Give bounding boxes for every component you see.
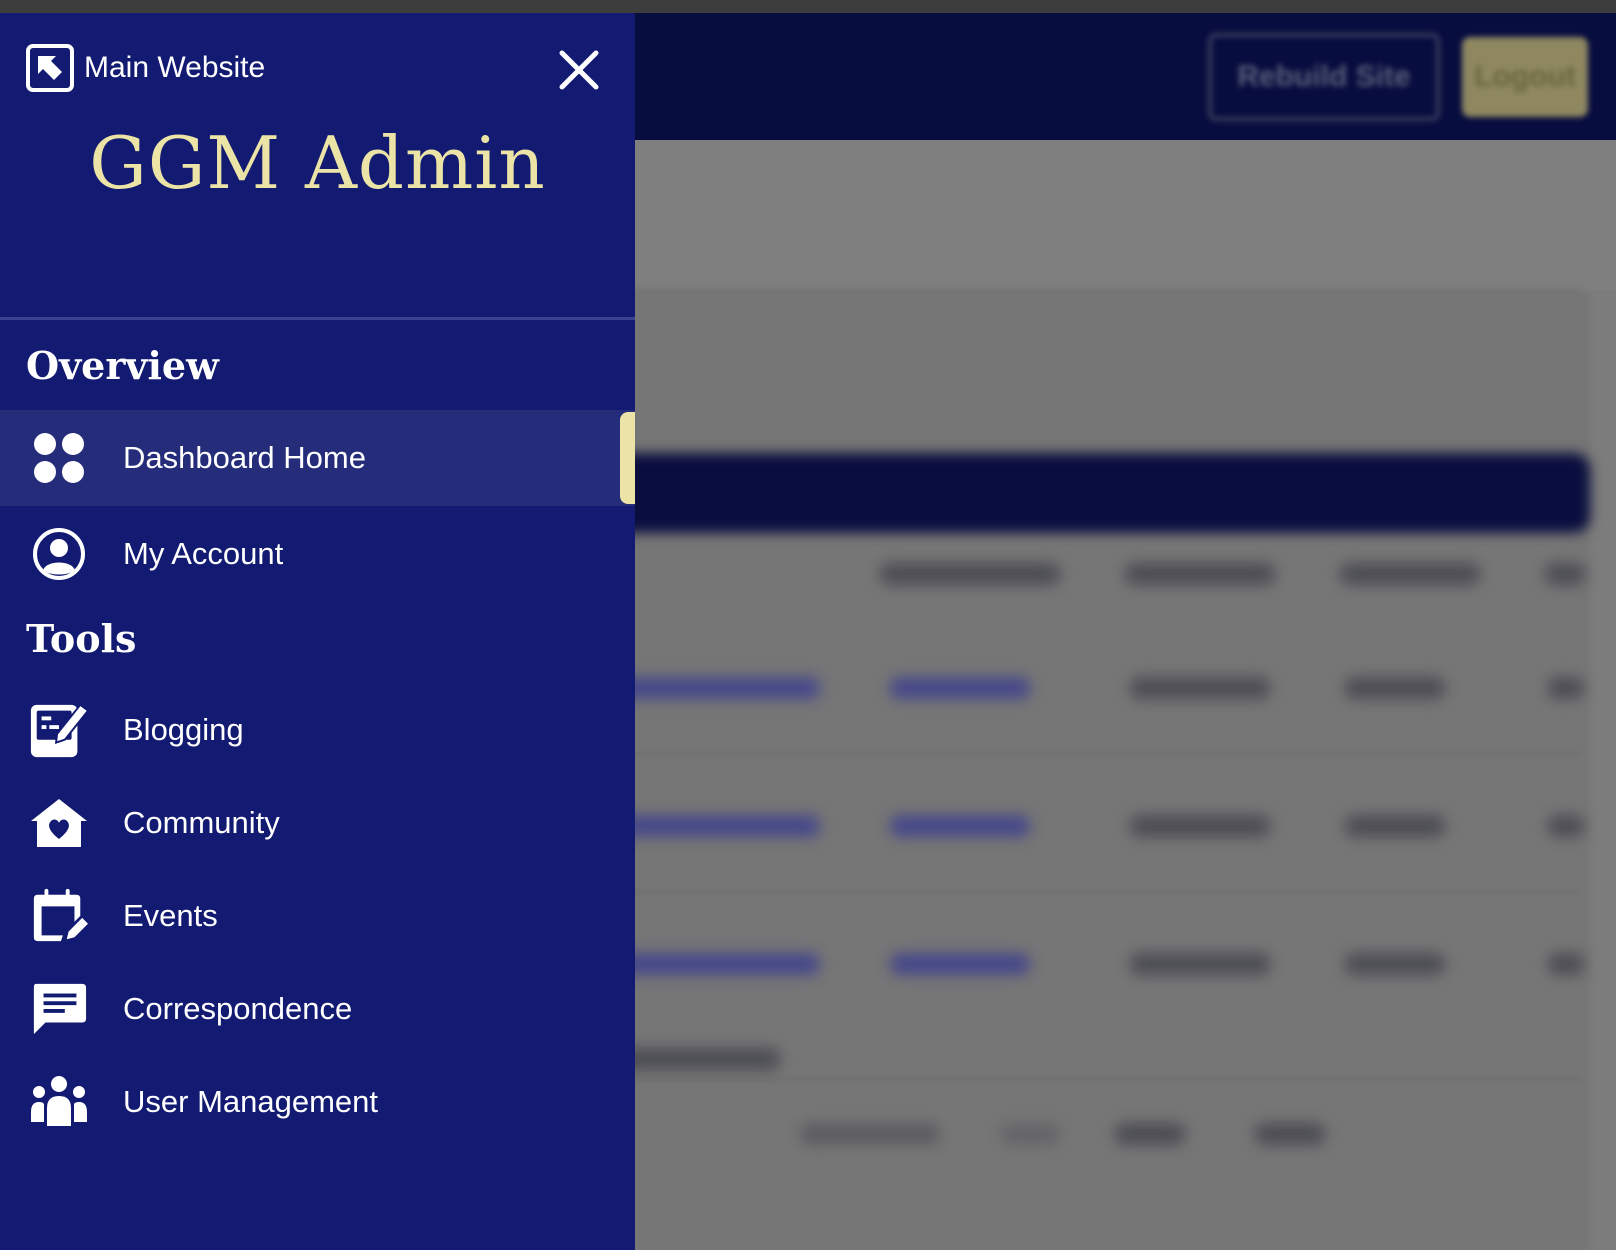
blurred-cell xyxy=(1130,677,1270,699)
sidebar-item-dashboard-home[interactable]: Dashboard Home xyxy=(0,410,635,506)
section-heading-overview: Overview xyxy=(26,343,219,388)
sidebar-item-label: Dashboard Home xyxy=(123,440,366,475)
blurred-row-divider xyxy=(620,753,1580,755)
sidebar-item-label: Blogging xyxy=(123,712,244,747)
sidebar-item-label: Community xyxy=(123,805,280,840)
close-sidebar-button[interactable] xyxy=(556,47,602,93)
grid-icon xyxy=(28,427,90,489)
calendar-edit-icon xyxy=(28,885,90,947)
active-indicator xyxy=(620,412,635,504)
blurred-column-header xyxy=(1125,563,1275,585)
sidebar-item-label: My Account xyxy=(123,536,284,571)
blurred-cell xyxy=(1548,815,1584,837)
people-group-icon xyxy=(28,1071,90,1133)
sidebar-item-label: User Management xyxy=(123,1084,379,1119)
blurred-column-header xyxy=(1340,563,1480,585)
blurred-cell xyxy=(1345,677,1445,699)
sidebar-item-correspondence[interactable]: Correspondence xyxy=(0,961,635,1057)
external-arrow-icon xyxy=(26,44,74,92)
blurred-cell xyxy=(890,677,1030,699)
blurred-row-divider xyxy=(620,1078,1580,1080)
blurred-cell xyxy=(1548,677,1584,699)
blurred-cell xyxy=(1345,815,1445,837)
blurred-pagination xyxy=(1115,1123,1185,1145)
close-icon xyxy=(559,50,599,90)
logout-button: Logout xyxy=(1462,37,1588,117)
sidebar-item-blogging[interactable]: Blogging xyxy=(0,682,635,778)
blurred-cell xyxy=(1548,953,1584,975)
chat-bubble-icon xyxy=(28,978,90,1040)
sidebar-item-label: Correspondence xyxy=(123,991,353,1026)
sidebar-item-events[interactable]: Events xyxy=(0,868,635,964)
blurred-cell xyxy=(890,815,1030,837)
blurred-pagination xyxy=(1255,1123,1325,1145)
main-website-label: Main Website xyxy=(84,51,266,84)
sidebar-item-user-management[interactable]: User Management xyxy=(0,1054,635,1150)
sidebar-item-label: Events xyxy=(123,898,218,933)
blurred-cell xyxy=(1130,953,1270,975)
sidebar-drawer: Main Website GGM Admin Overview Dashboar… xyxy=(0,13,635,1250)
section-heading-tools: Tools xyxy=(26,616,137,661)
blurred-cell xyxy=(620,953,820,975)
background-table-header-bar xyxy=(600,453,1590,533)
blurred-pagination xyxy=(1000,1123,1060,1145)
blurred-column-header xyxy=(1545,563,1585,585)
blurred-cell xyxy=(890,953,1030,975)
blurred-cell xyxy=(1345,953,1445,975)
blurred-pagination xyxy=(800,1123,940,1145)
brand-title: GGM Admin xyxy=(89,121,546,205)
edit-note-icon xyxy=(28,699,90,761)
blurred-footer-text xyxy=(620,1048,780,1070)
blurred-cell xyxy=(620,677,820,699)
blurred-row-divider xyxy=(620,891,1580,893)
sidebar-divider xyxy=(0,317,635,320)
house-heart-icon xyxy=(28,792,90,854)
rebuild-site-button: Rebuild Site xyxy=(1208,33,1440,121)
sidebar-item-community[interactable]: Community xyxy=(0,775,635,871)
sidebar-item-my-account[interactable]: My Account xyxy=(0,506,635,602)
user-circle-icon xyxy=(28,523,90,585)
blurred-column-header xyxy=(880,563,1060,585)
blurred-cell xyxy=(1130,815,1270,837)
window-top-strip xyxy=(0,0,1616,13)
blurred-cell xyxy=(620,815,820,837)
main-website-link[interactable]: Main Website xyxy=(26,44,265,92)
